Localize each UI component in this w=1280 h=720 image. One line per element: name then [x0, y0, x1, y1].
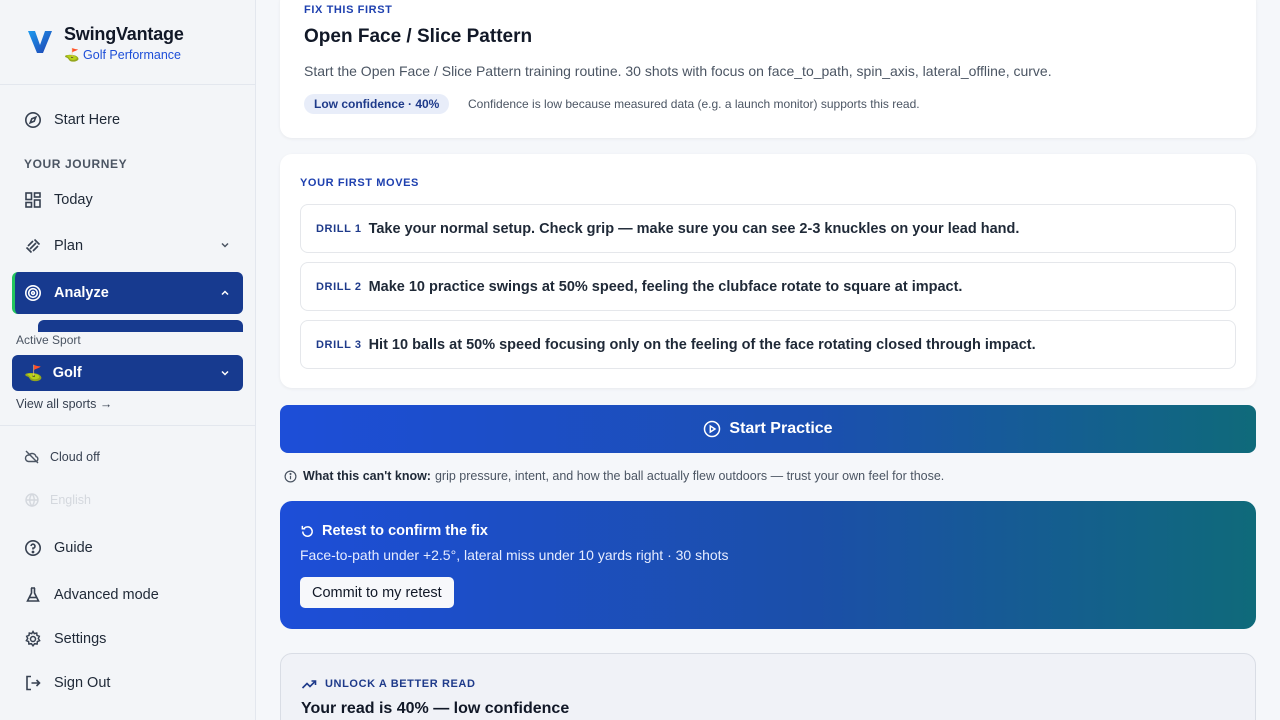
nav-today[interactable]: Today — [12, 182, 243, 218]
nav-sign-out[interactable]: Sign Out — [12, 665, 243, 701]
nav-label: Sign Out — [54, 675, 111, 691]
globe-icon — [25, 493, 39, 507]
chevron-up-icon — [221, 290, 229, 296]
play-circle-icon — [704, 420, 721, 438]
nav-label: Analyze — [54, 285, 109, 301]
drill-text: Hit 10 balls at 50% speed focusing only … — [368, 336, 1036, 353]
nav-advanced-mode[interactable]: Advanced mode — [12, 577, 243, 613]
nav-label: Today — [54, 192, 93, 208]
trending-up-icon — [301, 680, 317, 689]
brand-name: SwingVantage — [64, 24, 184, 44]
logo-icon — [28, 31, 52, 53]
nav-label: Start Here — [54, 112, 121, 128]
cloud-status[interactable]: Cloud off — [24, 449, 100, 465]
fix-description: Start the Open Face / Slice Pattern trai… — [304, 63, 1052, 79]
brand-subtitle: ⛳ Golf Performance — [64, 48, 181, 62]
retest-description: Face-to-path under +2.5°, lateral miss u… — [300, 547, 729, 563]
help-circle-icon — [24, 539, 42, 557]
drill-text: Take your normal setup. Check grip — mak… — [368, 220, 1020, 237]
golf-flag-icon: ⛳ — [24, 365, 43, 382]
refresh-icon — [301, 525, 313, 537]
target-icon — [24, 284, 42, 302]
limitations-text: grip pressure, intent, and how the ball … — [434, 469, 945, 483]
drill-text: Make 10 practice swings at 50% speed, fe… — [368, 278, 963, 295]
view-all-sports-link[interactable]: View all sports → — [16, 397, 112, 411]
compass-icon — [24, 111, 42, 129]
flask-icon — [24, 586, 42, 604]
dumbbell-icon — [24, 237, 42, 255]
nav-label: Plan — [54, 238, 84, 254]
nav-label: Advanced mode — [54, 587, 159, 603]
divider — [0, 84, 256, 85]
unlock-card: UNLOCK A BETTER READ Your read is 40% — … — [280, 653, 1256, 720]
commit-retest-button[interactable]: Commit to my retest — [300, 577, 454, 608]
cloud-status-label: Cloud off — [50, 450, 100, 464]
analyze-submenu-item[interactable] — [38, 320, 243, 332]
moves-eyebrow: YOUR FIRST MOVES — [300, 177, 419, 189]
limitations-note: What this can't know: grip pressure, int… — [284, 469, 944, 483]
confidence-note: Confidence is low because measured data … — [468, 97, 920, 111]
divider — [0, 425, 256, 426]
drill-item[interactable]: DRILL 3 Hit 10 balls at 50% speed focusi… — [300, 320, 1236, 369]
drill-item[interactable]: DRILL 1 Take your normal setup. Check gr… — [300, 204, 1236, 253]
retest-title-row: Retest to confirm the fix — [300, 523, 488, 539]
gear-icon — [24, 630, 42, 648]
drill-label: DRILL 2 — [316, 280, 362, 293]
unlock-eyebrow-row: UNLOCK A BETTER READ — [301, 676, 476, 692]
start-practice-button[interactable]: Start Practice — [280, 405, 1256, 453]
chevron-down-icon — [221, 370, 229, 376]
fix-eyebrow: FIX THIS FIRST — [304, 4, 393, 16]
unlock-title: Your read is 40% — low confidence — [301, 700, 570, 717]
sport-name: Golf — [52, 365, 82, 381]
logout-icon — [24, 674, 42, 692]
drill-label: DRILL 3 — [316, 338, 362, 351]
nav-settings[interactable]: Settings — [12, 621, 243, 657]
sport-select[interactable]: ⛳ Golf — [12, 355, 243, 391]
retest-card: Retest to confirm the fix Face-to-path u… — [280, 501, 1256, 629]
unlock-eyebrow: UNLOCK A BETTER READ — [325, 678, 476, 690]
sidebar: SwingVantage ⛳ Golf Performance Start He… — [0, 0, 256, 720]
brand[interactable]: SwingVantage ⛳ Golf Performance — [26, 24, 184, 63]
confidence-badge: Low confidence · 40% — [304, 94, 450, 114]
active-sport-label: Active Sport — [16, 333, 81, 347]
nav-start-here[interactable]: Start Here — [12, 102, 243, 138]
fix-this-first-card: FIX THIS FIRST Open Face / Slice Pattern… — [280, 0, 1256, 138]
first-moves-card: YOUR FIRST MOVES DRILL 1 Take your norma… — [280, 154, 1256, 388]
nav-guide[interactable]: Guide — [12, 530, 243, 566]
drill-item[interactable]: DRILL 2 Make 10 practice swings at 50% s… — [300, 262, 1236, 311]
nav-label: Settings — [54, 631, 107, 647]
grid-icon — [24, 191, 42, 209]
journey-section-label: YOUR JOURNEY — [24, 157, 128, 171]
cloud-off-icon — [24, 450, 39, 464]
nav-plan[interactable]: Plan — [12, 228, 243, 264]
retest-title: Retest to confirm the fix — [322, 523, 488, 539]
nav-analyze[interactable]: Analyze — [12, 272, 243, 314]
info-icon — [284, 470, 297, 482]
language-label: English — [50, 493, 91, 507]
chevron-down-icon — [221, 242, 229, 248]
limitations-bold: What this can't know: — [303, 469, 431, 483]
language-select[interactable]: English — [24, 492, 91, 508]
start-practice-label: Start Practice — [729, 420, 833, 437]
fix-title: Open Face / Slice Pattern — [304, 26, 533, 47]
nav-label: Guide — [54, 540, 93, 556]
drill-label: DRILL 1 — [316, 222, 362, 235]
